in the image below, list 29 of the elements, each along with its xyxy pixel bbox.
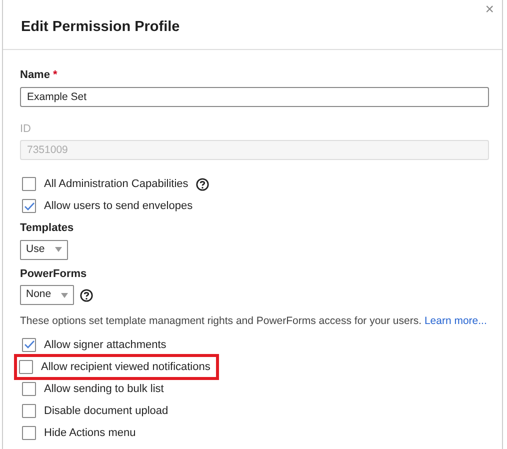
checkbox-label: Hide Actions menu: [44, 426, 136, 440]
help-icon[interactable]: [80, 288, 93, 302]
checkbox-label: Allow sending to bulk list: [44, 382, 164, 396]
checkbox[interactable]: [22, 338, 36, 352]
field-label: Name *: [20, 68, 58, 83]
field-label: PowerForms: [20, 266, 87, 282]
checkbox[interactable]: [22, 382, 36, 396]
checkbox-label: Disable document upload: [44, 404, 168, 418]
checkbox[interactable]: [19, 360, 33, 374]
dropdown[interactable]: Use: [20, 240, 68, 260]
field-label: ID: [20, 122, 31, 136]
caret-icon: [61, 292, 68, 298]
field-label: Templates: [20, 221, 74, 236]
dialog-title: Edit Permission Profile: [21, 19, 180, 35]
dropdown[interactable]: None: [20, 285, 74, 305]
checkbox-label: Allow users to send envelopes: [44, 198, 193, 214]
help-icon[interactable]: [196, 178, 210, 190]
checkbox[interactable]: [22, 426, 36, 440]
note-text: These options set template managment rights and PowerForms access for your users. Learn more...: [20, 314, 487, 329]
caret-icon: [54, 247, 62, 252]
checkbox-label: Allow signer attachments: [44, 338, 166, 352]
checkbox-label: Allow recipient viewed notifications: [41, 360, 210, 374]
checkbox[interactable]: [22, 177, 36, 191]
learn-more-link[interactable]: Learn more...: [424, 315, 487, 327]
name-field[interactable]: Example Set: [20, 86, 489, 106]
close-button[interactable]: ×: [485, 2, 494, 17]
checkbox[interactable]: [22, 199, 36, 213]
checkbox-label: All Administration Capabilities: [44, 176, 188, 192]
checkbox[interactable]: [22, 404, 36, 418]
